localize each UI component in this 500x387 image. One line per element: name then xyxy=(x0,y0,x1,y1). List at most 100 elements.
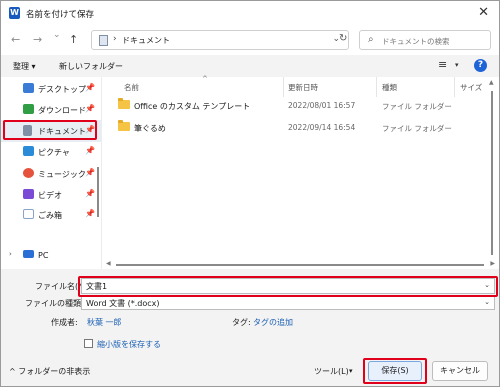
column-divider[interactable] xyxy=(454,77,455,97)
file-date: 2022/09/14 16:54 xyxy=(288,123,356,132)
sidebar-item-label: ダウンロード xyxy=(38,106,86,115)
chevron-right-icon[interactable]: › xyxy=(9,250,12,258)
view-options-icon[interactable]: ≡ xyxy=(438,58,447,71)
dialog-footer: ^ フォルダーの非表示 ツール(L) ▾ 保存(S) キャンセル xyxy=(1,354,499,386)
file-type: ファイル フォルダー xyxy=(382,102,452,111)
sidebar-item-documents[interactable]: ドキュメント 📌 xyxy=(1,120,101,142)
history-chevron-icon[interactable]: ⌄ xyxy=(53,30,61,40)
sidebar-item-label: デスクトップ xyxy=(38,85,86,94)
filetype-value: Word 文書 (*.docx) xyxy=(86,299,160,308)
save-button[interactable]: 保存(S) xyxy=(368,361,422,381)
column-header-date[interactable]: 更新日時 xyxy=(288,82,318,93)
file-name: Office のカスタム テンプレート xyxy=(134,102,251,111)
sidebar-item-label: PC xyxy=(38,251,49,260)
forward-arrow-icon[interactable]: → xyxy=(33,33,42,46)
save-as-dialog: W 名前を付けて保存 ✕ ← → ⌄ ↑ › ドキュメント ⌄ ↻ ⌕ ドキュメ… xyxy=(0,0,500,387)
chevron-down-icon[interactable]: ⌄ xyxy=(484,298,490,306)
document-folder-icon xyxy=(99,35,108,46)
tools-chevron-down-icon[interactable]: ▾ xyxy=(349,367,353,375)
music-icon xyxy=(23,168,34,178)
sidebar-item-label: ごみ箱 xyxy=(38,211,62,220)
column-header-size[interactable]: サイズ xyxy=(460,82,482,93)
file-date: 2022/08/01 16:57 xyxy=(288,101,356,110)
pin-icon: 📌 xyxy=(85,209,95,218)
pin-icon: 📌 xyxy=(85,83,95,92)
table-row[interactable]: Office のカスタム テンプレート 2022/08/01 16:57 ファイ… xyxy=(102,95,482,117)
sort-ascending-icon: ^ xyxy=(202,75,208,83)
sidebar-item-downloads[interactable]: ダウンロード 📌 xyxy=(1,99,101,121)
file-type: ファイル フォルダー xyxy=(382,124,452,133)
folder-icon xyxy=(118,98,130,109)
sidebar-item-music[interactable]: ミュージック 📌 xyxy=(1,163,101,185)
pc-icon xyxy=(23,250,34,258)
video-icon xyxy=(23,189,34,199)
pin-icon: 📌 xyxy=(85,104,95,113)
close-icon[interactable]: ✕ xyxy=(478,5,489,20)
save-thumbnail-checkbox[interactable] xyxy=(84,339,93,348)
column-header-type[interactable]: 種類 xyxy=(382,82,397,93)
tags-value[interactable]: タグの追加 xyxy=(253,317,293,328)
search-icon: ⌕ xyxy=(368,34,374,45)
tools-button[interactable]: ツール(L) xyxy=(314,366,349,377)
table-row[interactable]: 筆ぐるめ 2022/09/14 16:54 ファイル フォルダー xyxy=(102,117,482,139)
recycle-bin-icon xyxy=(23,209,34,219)
pictures-icon xyxy=(23,146,34,156)
help-icon[interactable]: ? xyxy=(474,59,487,72)
sidebar-item-desktop[interactable]: デスクトップ 📌 xyxy=(1,78,101,100)
sidebar-item-label: ドキュメント xyxy=(38,127,86,136)
organize-button[interactable]: 整理 ▾ xyxy=(13,61,36,72)
author-value[interactable]: 秋葉 一郎 xyxy=(87,317,122,328)
column-divider[interactable] xyxy=(376,77,377,97)
scrollbar-thumb[interactable] xyxy=(491,91,493,255)
search-input[interactable]: ⌕ ドキュメントの検索 xyxy=(359,30,491,50)
documents-icon xyxy=(23,125,32,136)
cancel-button[interactable]: キャンセル xyxy=(432,361,488,381)
title-bar: W 名前を付けて保存 ✕ xyxy=(1,1,499,27)
pin-icon: 📌 xyxy=(85,168,95,177)
sidebar-item-recycle-bin[interactable]: ごみ箱 📌 xyxy=(1,204,101,226)
file-list-scrollbar[interactable]: ▲ ▼ xyxy=(487,79,497,269)
browser-pane: デスクトップ 📌 ダウンロード 📌 ドキュメント 📌 ピクチャ 📌 ミュージック xyxy=(1,75,499,269)
scroll-up-icon[interactable]: ▲ xyxy=(489,79,494,86)
save-thumbnail-label[interactable]: 縮小版を保存する xyxy=(97,339,161,350)
navigation-bar: ← → ⌄ ↑ › ドキュメント ⌄ ↻ ⌕ ドキュメントの検索 xyxy=(1,27,499,55)
filetype-select[interactable]: Word 文書 (*.docx) ⌄ xyxy=(81,295,495,310)
up-arrow-icon[interactable]: ↑ xyxy=(69,33,78,46)
tags-label: タグ: xyxy=(232,318,251,327)
sidebar-item-videos[interactable]: ビデオ 📌 xyxy=(1,184,101,206)
word-icon: W xyxy=(9,7,20,19)
chevron-down-icon[interactable]: ⌄ xyxy=(484,281,490,289)
sidebar-item-label: ビデオ xyxy=(38,191,62,200)
pin-icon: 📌 xyxy=(85,189,95,198)
breadcrumb[interactable]: ドキュメント xyxy=(122,35,170,46)
author-label: 作成者: xyxy=(51,318,78,327)
horizontal-scrollbar[interactable]: ◀ ▶ xyxy=(102,260,499,269)
search-placeholder: ドキュメントの検索 xyxy=(382,37,450,46)
command-bar: 整理 ▾ 新しいフォルダー ≡ ▾ ? xyxy=(1,55,499,77)
folder-icon xyxy=(118,120,130,131)
sidebar-item-label: ピクチャ xyxy=(38,148,70,157)
view-chevron-down-icon[interactable]: ▾ xyxy=(455,61,459,69)
breadcrumb-separator: › xyxy=(113,34,117,44)
file-name: 筆ぐるめ xyxy=(134,124,166,133)
scroll-left-icon[interactable]: ◀ xyxy=(106,260,111,267)
hide-folders-button[interactable]: ^ フォルダーの非表示 xyxy=(9,366,90,377)
sidebar-item-label: ミュージック xyxy=(38,170,86,179)
filename-field[interactable]: 文書1 ⌄ xyxy=(81,278,495,294)
address-bar[interactable]: › ドキュメント ⌄ xyxy=(91,30,349,50)
sidebar-scrollbar[interactable] xyxy=(97,167,99,217)
scrollbar-thumb[interactable] xyxy=(116,264,484,266)
file-list: ^ 名前 更新日時 種類 サイズ Office のカスタム テンプレート 202… xyxy=(102,75,499,269)
sidebar-item-pictures[interactable]: ピクチャ 📌 xyxy=(1,141,101,163)
pin-icon: 📌 xyxy=(85,146,95,155)
filename-value[interactable]: 文書1 xyxy=(86,281,107,292)
new-folder-button[interactable]: 新しいフォルダー xyxy=(59,61,123,72)
column-divider[interactable] xyxy=(283,77,284,97)
column-header-name[interactable]: 名前 xyxy=(124,82,139,93)
scroll-right-icon[interactable]: ▶ xyxy=(490,260,495,267)
navigation-sidebar: デスクトップ 📌 ダウンロード 📌 ドキュメント 📌 ピクチャ 📌 ミュージック xyxy=(1,77,102,269)
download-icon xyxy=(23,104,34,114)
sidebar-item-pc[interactable]: › PC xyxy=(1,245,101,267)
refresh-icon[interactable]: ↻ xyxy=(339,33,347,44)
back-arrow-icon[interactable]: ← xyxy=(11,33,20,46)
